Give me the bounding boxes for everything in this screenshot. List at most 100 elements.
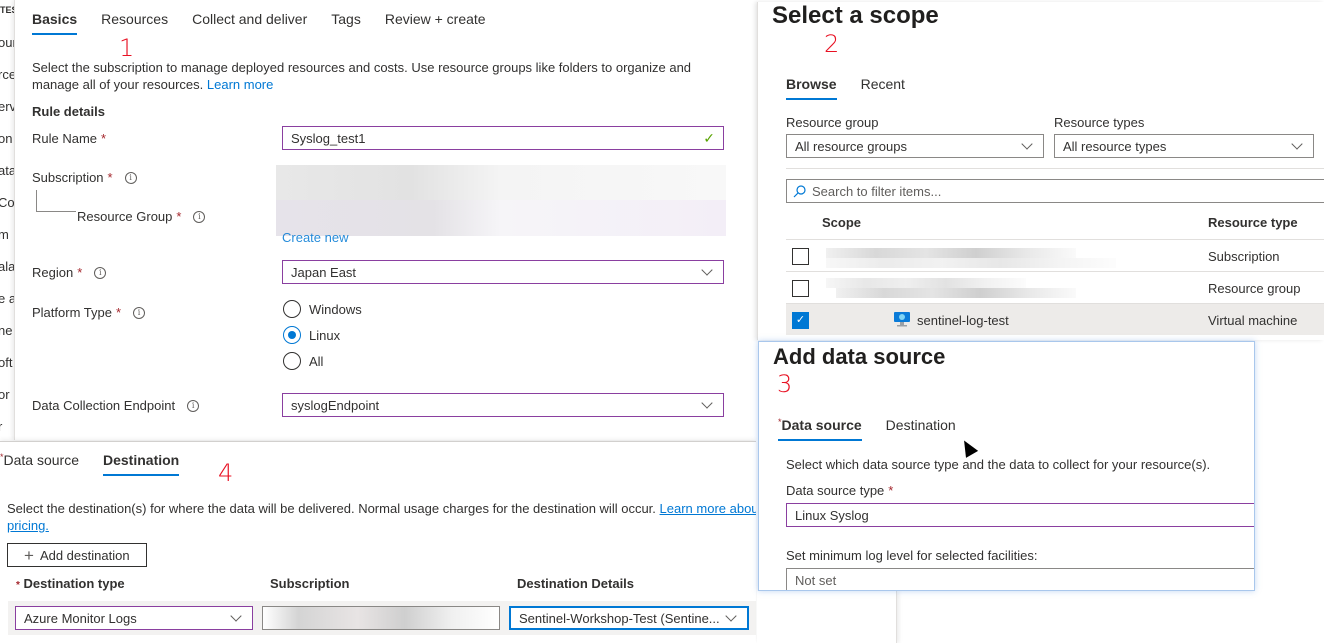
radio-label: Linux [309,327,341,343]
radio-button[interactable] [283,300,301,318]
radio-linux[interactable]: Linux [283,326,340,344]
left-nav-sidebar: TES our rce erv on ata Co m ala e a ne o… [0,0,14,440]
sidebar-fragment[interactable]: rce [0,67,14,82]
info-icon[interactable]: i [193,210,206,223]
sidebar-fragment[interactable]: or [0,387,10,402]
required-asterisk: * [77,265,83,280]
resource-group-dropdown[interactable]: All resource groups [786,134,1044,158]
data-source-tabs: *Data source Destination [778,417,956,441]
radio-button[interactable] [283,352,301,370]
required-asterisk: * [115,305,122,320]
dropdown-value: Linux Syslog [795,507,869,523]
sidebar-fragment[interactable]: r [0,419,2,434]
data-source-description: Select which data source type and the da… [786,457,1211,472]
redacted-scope-name [826,248,1076,258]
add-data-source-panel: Add data source 3 *Data source Destinati… [758,341,1255,591]
section-title: Rule details [32,104,105,119]
tab-basics[interactable]: Basics [32,11,78,35]
button-label: Add destination [39,547,130,563]
tab-review-create[interactable]: Review + create [385,11,486,35]
radio-windows[interactable]: Windows [283,300,362,318]
checkmark-icon: ✓ [703,129,715,146]
tab-data-source[interactable]: *Data source [778,417,862,441]
table-row[interactable]: Resource group [786,271,1324,303]
column-header-subscription: Subscription [270,576,350,591]
required-asterisk: * [107,170,113,185]
region-dropdown[interactable]: Japan East [282,260,724,284]
tab-data-source[interactable]: *Data source [0,452,79,476]
destination-details-dropdown[interactable]: Sentinel-Workshop-Test (Sentine... [509,606,749,630]
info-icon[interactable]: i [187,399,200,412]
log-level-label: Set minimum log level for selected facil… [786,548,1038,563]
column-header-resource-type[interactable]: Resource type [1208,215,1298,230]
table-row-selected[interactable]: ✓ sentinel-log-test Virtual machine [786,303,1324,335]
destination-type-dropdown[interactable]: Azure Monitor Logs [15,606,253,630]
tree-connector [36,190,76,212]
sidebar-fragment[interactable]: Co [0,195,14,210]
subscription-dropdown-redacted[interactable] [262,606,500,630]
sidebar-fragment[interactable]: on [0,131,12,146]
sidebar-fragment[interactable]: ne [0,323,12,338]
pricing-link[interactable]: pricing. [7,518,49,533]
input-value: Syslog_test1 [291,130,366,146]
add-destination-button[interactable]: + Add destination [7,543,147,567]
sidebar-fragment[interactable]: ala [0,259,14,274]
row-checkbox-checked[interactable]: ✓ [792,312,809,329]
radio-button-selected[interactable] [283,326,301,344]
label-text: Rule Name [32,131,98,146]
description-text: Select the destination(s) for where the … [7,501,656,516]
table-row[interactable]: Subscription [786,239,1324,271]
destination-tabs: *Data source Destination [0,452,180,476]
radio-label: Windows [309,301,362,317]
label-text: Region [32,265,74,280]
radio-all[interactable]: All [283,352,323,370]
dropdown-value: Azure Monitor Logs [24,610,137,626]
tab-resources[interactable]: Resources [101,11,168,35]
chevron-down-icon [230,610,242,622]
info-icon[interactable]: i [124,171,137,184]
sidebar-fragment[interactable]: our [0,35,14,50]
dropdown-value: Sentinel-Workshop-Test (Sentine... [519,610,720,626]
sidebar-fragment[interactable]: m [0,227,9,242]
info-icon[interactable]: i [94,266,107,279]
radio-label: All [309,353,324,369]
tab-collect-and-deliver[interactable]: Collect and deliver [192,11,307,35]
tab-tags[interactable]: Tags [331,11,361,35]
info-icon[interactable]: i [133,306,146,319]
resource-types-dropdown[interactable]: All resource types [1054,134,1314,158]
background-panel [757,591,897,643]
label-text: Data source type [786,483,885,498]
resource-type-cell: Virtual machine [1208,313,1298,328]
subscription-dropdown-redacted[interactable] [276,165,726,200]
dce-dropdown[interactable]: syslogEndpoint [282,393,724,417]
redacted-scope-name [826,258,1116,268]
redacted-scope-name [836,288,1076,298]
tab-label: Data source [3,452,79,468]
annotation-number: 3 [777,370,793,398]
tab-destination[interactable]: Destination [886,417,956,441]
scope-name-cell: sentinel-log-test [917,313,1009,328]
rule-name-input[interactable]: Syslog_test1 ✓ [282,126,724,150]
search-filter-input[interactable]: Search to filter items... [786,179,1324,203]
tab-destination[interactable]: Destination [103,452,180,476]
create-new-link[interactable]: Create new [282,230,348,245]
sidebar-fragment[interactable]: oft [0,355,12,370]
sidebar-fragment[interactable]: e a [0,291,14,306]
tab-recent[interactable]: Recent [861,76,905,100]
learn-more-link[interactable]: Learn more about [660,501,756,516]
required-asterisk: * [176,209,182,224]
sidebar-fragment[interactable]: ata [0,163,14,178]
header-text: Destination type [23,576,125,591]
tab-browse[interactable]: Browse [786,76,837,100]
label-text: Data Collection Endpoint [32,398,176,413]
platform-type-label: Platform Type * i [32,305,146,320]
log-level-dropdown[interactable]: Not set [786,568,1254,590]
learn-more-link[interactable]: Learn more [207,77,273,92]
column-header-scope[interactable]: Scope [822,215,861,230]
data-source-type-dropdown[interactable]: Linux Syslog [786,503,1254,527]
row-checkbox[interactable] [792,280,809,297]
region-label: Region * i [32,265,107,280]
sidebar-fragment[interactable]: erv [0,99,14,114]
row-checkbox[interactable] [792,248,809,265]
chevron-down-icon [1291,138,1303,150]
